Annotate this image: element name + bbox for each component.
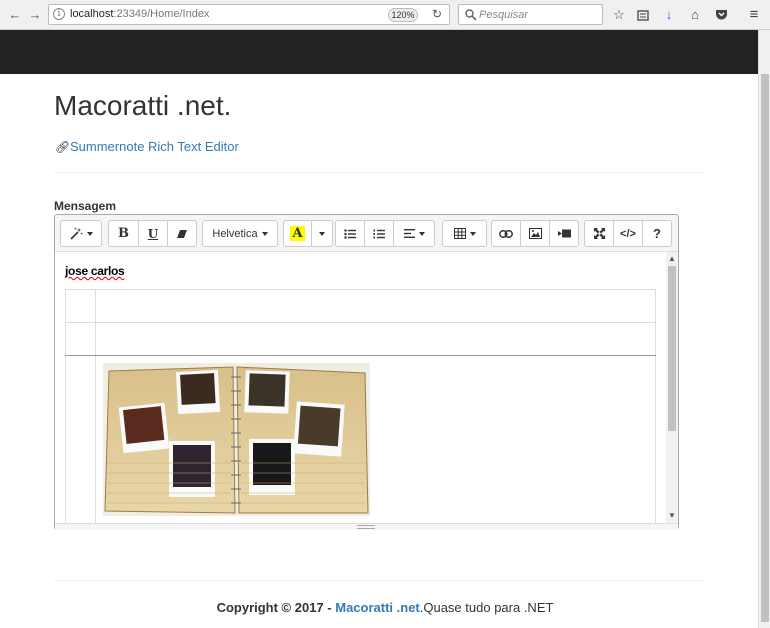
content-heading[interactable]: jose carlos <box>65 264 125 278</box>
table-cell[interactable] <box>65 355 96 523</box>
chain-link-icon <box>499 229 513 238</box>
table-cell[interactable] <box>65 322 96 356</box>
search-input[interactable]: Pesquisar <box>458 4 603 25</box>
table-row <box>65 322 656 356</box>
table-icon <box>453 228 466 239</box>
magic-wand-icon <box>70 227 83 240</box>
align-left-icon <box>403 229 415 238</box>
table-row <box>65 355 656 523</box>
footer-copyright: Copyright © 2017 - <box>216 600 336 615</box>
bullet-list-icon <box>344 228 356 239</box>
footer-tagline: .Quase tudo para .NET <box>419 600 554 615</box>
bookmark-star-icon[interactable]: ☆ <box>610 6 628 24</box>
numbered-list-icon <box>373 229 385 238</box>
style-dropdown[interactable] <box>60 220 102 247</box>
insert-picture-button[interactable] <box>520 220 550 247</box>
table-row <box>65 289 656 323</box>
paragraph-align-dropdown[interactable] <box>393 220 435 247</box>
table-cell[interactable] <box>95 355 656 523</box>
reading-list-icon[interactable] <box>634 6 652 24</box>
picture-icon <box>528 228 542 239</box>
content-table[interactable] <box>65 289 656 523</box>
footer: Copyright © 2017 - Macoratti .net.Quase … <box>0 600 770 615</box>
page-scrollbar[interactable] <box>758 30 770 628</box>
page-title: Macoratti .net. <box>54 90 232 121</box>
url-bar[interactable]: i localhost:23349/Home/Index 120% ↻ <box>48 4 450 25</box>
link-icon: 🔗︎ <box>55 140 71 154</box>
search-icon <box>465 9 477 21</box>
table-cell[interactable] <box>95 289 656 323</box>
editor-scrollbar[interactable]: ▲ ▼ <box>666 252 678 523</box>
page-scrollbar-thumb[interactable] <box>761 74 769 622</box>
reload-icon[interactable]: ↻ <box>429 6 445 22</box>
table-cell[interactable] <box>95 322 656 356</box>
video-icon <box>557 229 571 238</box>
back-icon[interactable]: ← <box>6 6 24 24</box>
code-icon: </> <box>620 227 636 240</box>
code-view-button[interactable]: </> <box>613 220 643 247</box>
footer-brand: Macoratti .net <box>335 600 420 615</box>
font-name-dropdown[interactable]: Helvetica <box>202 220 278 247</box>
underline-button[interactable]: U <box>138 220 168 247</box>
font-name-label: Helvetica <box>212 227 258 240</box>
home-icon[interactable]: ⌂ <box>686 6 704 24</box>
fullscreen-button[interactable] <box>584 220 614 247</box>
summernote-link-text[interactable]: Summernote Rich Text Editor <box>70 139 239 154</box>
summernote-link[interactable]: 🔗︎Summernote Rich Text Editor <box>55 139 239 154</box>
forward-icon[interactable]: → <box>26 6 44 24</box>
font-color-button[interactable]: A <box>283 220 312 247</box>
insert-link-button[interactable] <box>491 220 521 247</box>
resize-handle[interactable] <box>357 525 375 529</box>
editor-content-area[interactable]: jose carlos <box>55 252 666 523</box>
pocket-icon[interactable] <box>712 6 730 24</box>
editor-scrollbar-thumb[interactable] <box>668 266 676 431</box>
scroll-down-icon[interactable]: ▼ <box>666 511 678 521</box>
divider <box>54 580 705 581</box>
ordered-list-button[interactable] <box>364 220 394 247</box>
url-text: localhost:23349/Home/Index <box>70 8 210 20</box>
editor-toolbar: B U Helvetica A </> ? <box>55 215 678 252</box>
browser-toolbar: ← → i localhost:23349/Home/Index 120% ↻ … <box>0 0 770 30</box>
eraser-icon <box>177 229 187 238</box>
info-icon[interactable]: i <box>53 8 65 20</box>
help-button[interactable]: ? <box>642 220 672 247</box>
clear-format-button[interactable] <box>167 220 197 247</box>
insert-video-button[interactable] <box>549 220 579 247</box>
site-navbar <box>0 30 758 74</box>
question-icon: ? <box>653 226 661 241</box>
download-icon[interactable]: ↓ <box>660 6 678 24</box>
table-cell[interactable] <box>65 289 96 323</box>
scroll-up-icon[interactable]: ▲ <box>666 254 678 264</box>
divider <box>54 172 705 173</box>
message-label: Mensagem <box>54 199 117 213</box>
zoom-badge[interactable]: 120% <box>388 8 418 22</box>
fullscreen-icon <box>593 228 605 239</box>
search-placeholder: Pesquisar <box>479 9 528 21</box>
menu-icon[interactable]: ≡ <box>745 6 763 24</box>
table-dropdown[interactable] <box>442 220 487 247</box>
bold-button[interactable]: B <box>108 220 139 247</box>
photo-album-image[interactable] <box>103 363 370 516</box>
font-color-dropdown[interactable] <box>311 220 333 247</box>
unordered-list-button[interactable] <box>335 220 365 247</box>
editor-statusbar <box>55 523 678 530</box>
font-color-icon: A <box>290 226 305 241</box>
rich-text-editor: B U Helvetica A </> ? jose carlos ▲ ▼ <box>54 214 679 530</box>
